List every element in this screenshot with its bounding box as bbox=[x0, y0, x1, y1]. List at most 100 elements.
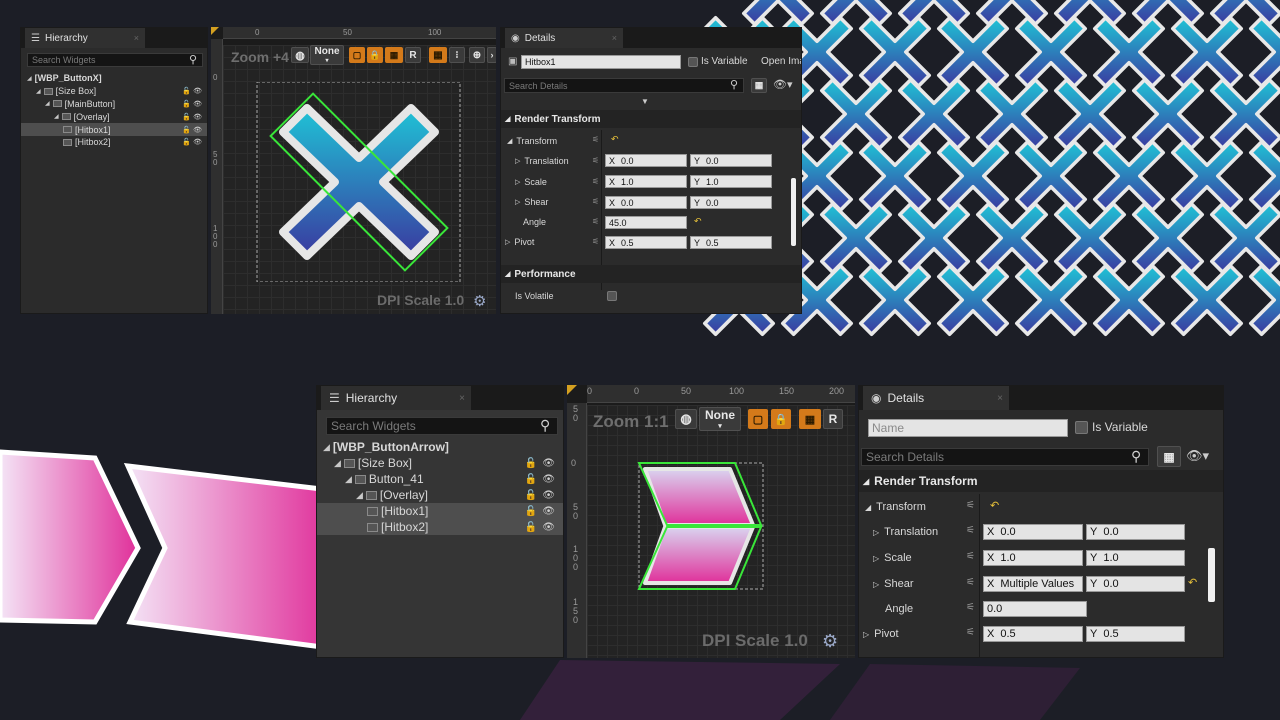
close-icon[interactable]: × bbox=[459, 393, 465, 404]
respect-locks-button[interactable]: ▦ bbox=[799, 409, 821, 429]
tab-details[interactable]: ◉ Details × bbox=[863, 386, 1009, 410]
pivot-x-field[interactable]: X 0.5 bbox=[605, 236, 687, 249]
search-icon[interactable]: ⚲ bbox=[189, 53, 197, 66]
link-icon[interactable]: ⚟ bbox=[592, 237, 599, 246]
collapse-arrow-icon[interactable]: ◢ bbox=[54, 113, 59, 120]
link-icon[interactable]: ⚟ bbox=[966, 577, 975, 588]
is-volatile-checkbox[interactable] bbox=[607, 291, 617, 301]
respect-locks-button[interactable]: ▦ bbox=[385, 47, 403, 63]
angle-field[interactable]: 45.0 bbox=[605, 216, 687, 229]
close-icon[interactable]: × bbox=[134, 33, 139, 43]
performance-section[interactable]: ◢ Performance bbox=[501, 265, 801, 283]
link-icon[interactable]: ⚟ bbox=[592, 156, 599, 165]
tree-item[interactable]: ◢ [WBP_ButtonArrow] bbox=[317, 439, 563, 455]
is-variable-checkbox[interactable] bbox=[1075, 421, 1088, 434]
link-icon[interactable]: ⚟ bbox=[592, 135, 599, 144]
search-icon[interactable]: ⚲ bbox=[730, 78, 738, 91]
property-matrix-button[interactable]: ▦ bbox=[1157, 446, 1181, 467]
scale-x-field[interactable]: X 1.0 bbox=[983, 550, 1083, 566]
search-details-input[interactable]: Search Details bbox=[861, 448, 1149, 466]
link-icon[interactable]: ⚟ bbox=[966, 602, 975, 613]
tree-item[interactable]: ◢ [Overlay] 🔓 👁 bbox=[317, 487, 563, 503]
translation-y-field[interactable]: Y 0.0 bbox=[1086, 524, 1185, 540]
tree-item[interactable]: [Hitbox1] 🔓 👁 bbox=[21, 123, 207, 136]
reset-icon[interactable]: ↶ bbox=[1188, 576, 1197, 589]
collapse-arrow-icon[interactable]: ◢ bbox=[36, 88, 41, 95]
search-icon[interactable]: ⚲ bbox=[1131, 448, 1141, 465]
close-icon[interactable]: × bbox=[997, 393, 1003, 404]
scrollbar-thumb[interactable] bbox=[791, 178, 796, 246]
collapse-arrow-icon[interactable]: ◢ bbox=[345, 474, 352, 485]
globe-button[interactable]: ◍ bbox=[291, 47, 309, 63]
globe-button[interactable]: ◍ bbox=[675, 409, 697, 429]
translation-x-field[interactable]: X 0.0 bbox=[605, 154, 687, 167]
property-matrix-button[interactable]: ▦ bbox=[751, 78, 767, 93]
is-variable-checkbox[interactable] bbox=[688, 57, 698, 67]
lock-toggle-button[interactable]: 🔒 bbox=[367, 47, 383, 63]
reset-icon[interactable]: ↶ bbox=[611, 134, 619, 145]
scale-y-field[interactable]: Y 1.0 bbox=[690, 175, 772, 188]
pivot-y-field[interactable]: Y 0.5 bbox=[690, 236, 772, 249]
visibility-eye-icon[interactable]: 👁 bbox=[542, 474, 555, 485]
link-icon[interactable]: ⚟ bbox=[592, 177, 599, 186]
search-widgets-input[interactable]: Search Widgets bbox=[326, 417, 558, 435]
shear-x-field[interactable]: X 0.0 bbox=[605, 196, 687, 209]
link-icon[interactable]: ⚟ bbox=[966, 525, 975, 536]
visibility-eye-icon[interactable]: 👁 bbox=[193, 138, 202, 146]
unlock-icon[interactable]: 🔓 bbox=[182, 100, 191, 108]
collapse-arrow-icon[interactable]: ◢ bbox=[323, 442, 330, 453]
visibility-eye-icon[interactable]: 👁 bbox=[542, 522, 555, 533]
unlock-icon[interactable]: 🔓 bbox=[182, 138, 191, 146]
translation-x-field[interactable]: X 0.0 bbox=[983, 524, 1083, 540]
scrollbar-thumb[interactable] bbox=[1208, 548, 1215, 602]
tree-item[interactable]: ◢ [Overlay] 🔓 👁 bbox=[21, 110, 207, 123]
translation-y-field[interactable]: Y 0.0 bbox=[690, 154, 772, 167]
r-button[interactable]: R bbox=[823, 409, 843, 429]
reset-icon[interactable]: ↶ bbox=[990, 499, 999, 512]
gear-icon[interactable]: ⚙ bbox=[822, 631, 838, 652]
widget-name-field[interactable]: Hitbox1 bbox=[521, 55, 681, 69]
collapse-arrow-icon[interactable]: ◢ bbox=[334, 458, 341, 469]
link-icon[interactable]: ⚟ bbox=[592, 197, 599, 206]
outline-toggle-button[interactable]: ▢ bbox=[349, 47, 365, 63]
widget-preview-x[interactable] bbox=[251, 82, 466, 282]
transform-button[interactable]: ⊕ bbox=[469, 47, 485, 63]
shear-x-field[interactable]: X Multiple Values bbox=[983, 576, 1083, 592]
visibility-eye-icon[interactable]: 👁 bbox=[542, 490, 555, 501]
visibility-eye-icon[interactable]: 👁 bbox=[542, 506, 555, 517]
eye-view-options-icon[interactable]: 👁▾ bbox=[773, 78, 793, 91]
collapse-arrow-icon[interactable]: ◢ bbox=[45, 100, 50, 107]
tree-item[interactable]: ◢ [MainButton] 🔓 👁 bbox=[21, 98, 207, 111]
pivot-y-field[interactable]: Y 0.5 bbox=[1086, 626, 1185, 642]
link-icon[interactable]: ⚟ bbox=[966, 551, 975, 562]
tree-item[interactable]: ◢ Button_41 🔓 👁 bbox=[317, 471, 563, 487]
tab-details[interactable]: ◉ Details × bbox=[505, 28, 623, 48]
tree-item[interactable]: ◢ [Size Box] 🔓 👁 bbox=[317, 455, 563, 471]
search-widgets-input[interactable]: Search Widgets bbox=[27, 53, 203, 67]
visibility-eye-icon[interactable]: 👁 bbox=[193, 126, 202, 134]
unlock-icon[interactable]: 🔓 bbox=[182, 126, 191, 134]
shear-y-field[interactable]: Y 0.0 bbox=[690, 196, 772, 209]
outline-toggle-button[interactable]: ▢ bbox=[748, 409, 768, 429]
lock-toggle-button[interactable]: 🔒 bbox=[771, 409, 791, 429]
visibility-eye-icon[interactable]: 👁 bbox=[193, 100, 202, 108]
unlock-icon[interactable]: 🔓 bbox=[525, 458, 537, 469]
scale-x-field[interactable]: X 1.0 bbox=[605, 175, 687, 188]
unlock-icon[interactable]: 🔓 bbox=[182, 87, 191, 95]
shear-y-field[interactable]: Y 0.0 bbox=[1086, 576, 1185, 592]
eye-view-options-icon[interactable]: 👁▾ bbox=[1186, 448, 1209, 464]
more-button[interactable]: › bbox=[487, 47, 496, 63]
none-dropdown[interactable]: None ▾ bbox=[310, 45, 344, 65]
unlock-icon[interactable]: 🔓 bbox=[525, 506, 537, 517]
visibility-eye-icon[interactable]: 👁 bbox=[193, 113, 202, 121]
render-transform-section[interactable]: ◢ Render Transform bbox=[859, 470, 1223, 492]
reset-icon[interactable]: ↶ bbox=[694, 216, 702, 227]
widget-preview-arrow[interactable] bbox=[635, 461, 765, 593]
r-button[interactable]: R bbox=[405, 47, 421, 63]
collapse-arrow-icon[interactable]: ◢ bbox=[27, 75, 32, 82]
visibility-eye-icon[interactable]: 👁 bbox=[193, 87, 202, 95]
expand-arrow-icon[interactable]: ▼ bbox=[641, 97, 649, 106]
unlock-icon[interactable]: 🔓 bbox=[525, 522, 537, 533]
tree-item[interactable]: ◢ [WBP_ButtonX] bbox=[21, 72, 207, 85]
search-details-input[interactable]: Search Details bbox=[504, 78, 744, 93]
